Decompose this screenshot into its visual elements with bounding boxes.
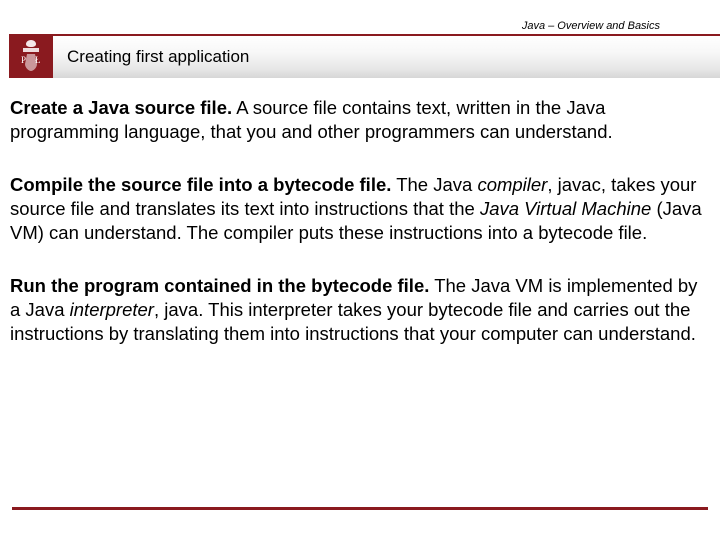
content-body: Create a Java source file. A source file… bbox=[0, 82, 720, 345]
lead-text: Create a Java source file. bbox=[10, 97, 232, 118]
lead-text: Run the program contained in the bytecod… bbox=[10, 275, 429, 296]
header: Java – Overview and Basics P Ł Creating … bbox=[0, 0, 720, 82]
term-compiler: compiler bbox=[477, 174, 547, 195]
logo-crest: P Ł bbox=[9, 34, 53, 78]
body-text: The Java bbox=[391, 174, 477, 195]
term-jvm: Java Virtual Machine bbox=[480, 198, 651, 219]
paragraph-run: Run the program contained in the bytecod… bbox=[10, 274, 710, 345]
crest-icon: P Ł bbox=[13, 38, 49, 74]
paragraph-compile: Compile the source file into a bytecode … bbox=[10, 173, 710, 244]
title-bar: Creating first application bbox=[53, 34, 720, 78]
term-interpreter: interpreter bbox=[70, 299, 154, 320]
lead-text: Compile the source file into a bytecode … bbox=[10, 174, 391, 195]
footer-divider bbox=[12, 507, 708, 510]
paragraph-create-source: Create a Java source file. A source file… bbox=[10, 96, 710, 143]
page-title: Creating first application bbox=[67, 47, 249, 67]
breadcrumb: Java – Overview and Basics bbox=[522, 20, 660, 32]
